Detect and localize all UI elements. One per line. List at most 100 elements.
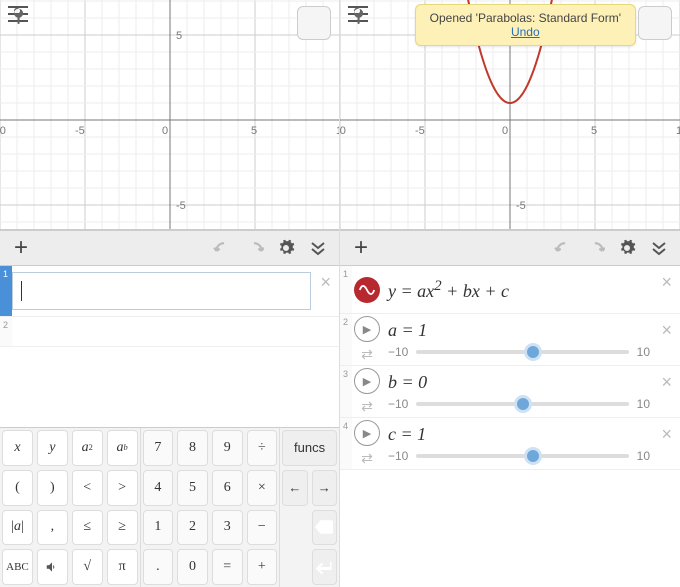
expression-input[interactable]	[12, 317, 339, 346]
row-index: 1	[340, 266, 352, 313]
list-settings-button[interactable]	[614, 235, 640, 261]
key-funcs[interactable]: funcs	[282, 430, 337, 466]
loop-button[interactable]: ⇄	[361, 450, 373, 467]
expression-toolbar-right: +	[340, 230, 680, 266]
key-π[interactable]: π	[107, 549, 138, 585]
expression-row[interactable]: 1 ×	[0, 266, 339, 317]
plot-color-badge[interactable]	[354, 277, 380, 303]
key-enter[interactable]	[312, 549, 337, 585]
collapse-button[interactable]	[646, 235, 672, 261]
settings-wrench-right[interactable]	[638, 6, 672, 40]
key-√[interactable]: √	[72, 549, 103, 585]
slider-max: 10	[637, 397, 650, 411]
svg-text:5: 5	[251, 125, 257, 137]
key-left[interactable]: ←	[282, 470, 307, 506]
add-expression-button[interactable]: +	[8, 234, 34, 262]
expression-input[interactable]	[12, 272, 311, 310]
play-button[interactable]: ▶	[354, 316, 380, 342]
svg-text:5: 5	[591, 125, 597, 137]
play-button[interactable]: ▶	[354, 420, 380, 446]
key-8[interactable]: 8	[177, 430, 208, 466]
graph-canvas-right[interactable]: -10-50510-55 Opened 'Parabolas: Standard…	[340, 0, 680, 230]
toast-undo-link[interactable]: Undo	[430, 25, 621, 39]
key-<[interactable]: <	[72, 470, 103, 506]
graph-canvas-left[interactable]: -10-50510-55	[0, 0, 339, 230]
slider-thumb[interactable]	[524, 447, 542, 465]
add-expression-button[interactable]: +	[348, 234, 374, 262]
key-4[interactable]: 4	[143, 470, 174, 506]
delete-row-button[interactable]: ×	[320, 272, 331, 293]
key-5[interactable]: 5	[177, 470, 208, 506]
delete-row-button[interactable]: ×	[661, 272, 672, 293]
key-=[interactable]: =	[212, 549, 243, 585]
key-🔊[interactable]	[37, 549, 68, 585]
expression-content[interactable]: b = 0 −10 10	[382, 366, 680, 417]
slider-track[interactable]	[416, 350, 628, 354]
redo-button[interactable]	[582, 235, 608, 261]
key-.[interactable]: .	[143, 549, 174, 585]
delete-row-button[interactable]: ×	[661, 424, 672, 445]
key-back[interactable]	[312, 510, 337, 546]
svg-text:-5: -5	[415, 125, 425, 137]
expression-row[interactable]: 4 ▶ ⇄ c = 1 −10 10 ×	[340, 418, 680, 470]
svg-text:-5: -5	[516, 200, 526, 212]
redo-button[interactable]	[241, 235, 267, 261]
key-ABC[interactable]: ABC	[2, 549, 33, 585]
row-index: 4	[340, 418, 352, 469]
collapse-button[interactable]	[305, 235, 331, 261]
key-)[interactable]: )	[37, 470, 68, 506]
row-index: 3	[340, 366, 352, 417]
slider-track[interactable]	[416, 454, 628, 458]
expression-content[interactable]: c = 1 −10 10	[382, 418, 680, 469]
key-6[interactable]: 6	[212, 470, 243, 506]
svg-text:10: 10	[676, 125, 680, 137]
key-×[interactable]: ×	[247, 470, 278, 506]
slider-max: 10	[637, 345, 650, 359]
key-1[interactable]: 1	[143, 510, 174, 546]
list-settings-button[interactable]	[273, 235, 299, 261]
delete-row-button[interactable]: ×	[661, 372, 672, 393]
key-3[interactable]: 3	[212, 510, 243, 546]
key-y[interactable]: y	[37, 430, 68, 466]
key-|a|[interactable]: |a|	[2, 510, 33, 546]
expression-row[interactable]: 1 y = ax2 + bx + c ×	[340, 266, 680, 314]
key-([interactable]: (	[2, 470, 33, 506]
key->[interactable]: >	[107, 470, 138, 506]
key-2[interactable]: 2	[177, 510, 208, 546]
row-index: 2	[0, 317, 12, 346]
key-÷[interactable]: ÷	[247, 430, 278, 466]
key-+[interactable]: +	[247, 549, 278, 585]
toast-notification: Opened 'Parabolas: Standard Form' Undo	[415, 4, 636, 46]
loop-button[interactable]: ⇄	[361, 346, 373, 363]
expression-row[interactable]: 3 ▶ ⇄ b = 0 −10 10 ×	[340, 366, 680, 418]
settings-wrench-left[interactable]	[297, 6, 331, 40]
svg-text:0: 0	[502, 125, 508, 137]
key-,[interactable]: ,	[37, 510, 68, 546]
key-≤[interactable]: ≤	[72, 510, 103, 546]
expression-formula: a = 1	[388, 320, 674, 341]
undo-button[interactable]	[550, 235, 576, 261]
key-0[interactable]: 0	[177, 549, 208, 585]
slider-min: −10	[388, 397, 408, 411]
svg-text:-5: -5	[176, 200, 186, 212]
slider-min: −10	[388, 449, 408, 463]
slider-track[interactable]	[416, 402, 628, 406]
play-button[interactable]: ▶	[354, 368, 380, 394]
key-−[interactable]: −	[247, 510, 278, 546]
key-right[interactable]: →	[312, 470, 337, 506]
delete-row-button[interactable]: ×	[661, 320, 672, 341]
key-x[interactable]: x	[2, 430, 33, 466]
expression-content[interactable]: y = ax2 + bx + c	[382, 266, 680, 313]
key-aᵇ[interactable]: ab	[107, 430, 138, 466]
key-a²[interactable]: a2	[72, 430, 103, 466]
slider-thumb[interactable]	[524, 343, 542, 361]
key-9[interactable]: 9	[212, 430, 243, 466]
undo-button[interactable]	[209, 235, 235, 261]
key-7[interactable]: 7	[143, 430, 174, 466]
slider-thumb[interactable]	[514, 395, 532, 413]
expression-row[interactable]: 2	[0, 317, 339, 347]
loop-button[interactable]: ⇄	[361, 398, 373, 415]
key-≥[interactable]: ≥	[107, 510, 138, 546]
expression-row[interactable]: 2 ▶⇄ a = 1 −10 10 ×	[340, 314, 680, 366]
expression-content[interactable]: a = 1 −10 10	[382, 314, 680, 365]
